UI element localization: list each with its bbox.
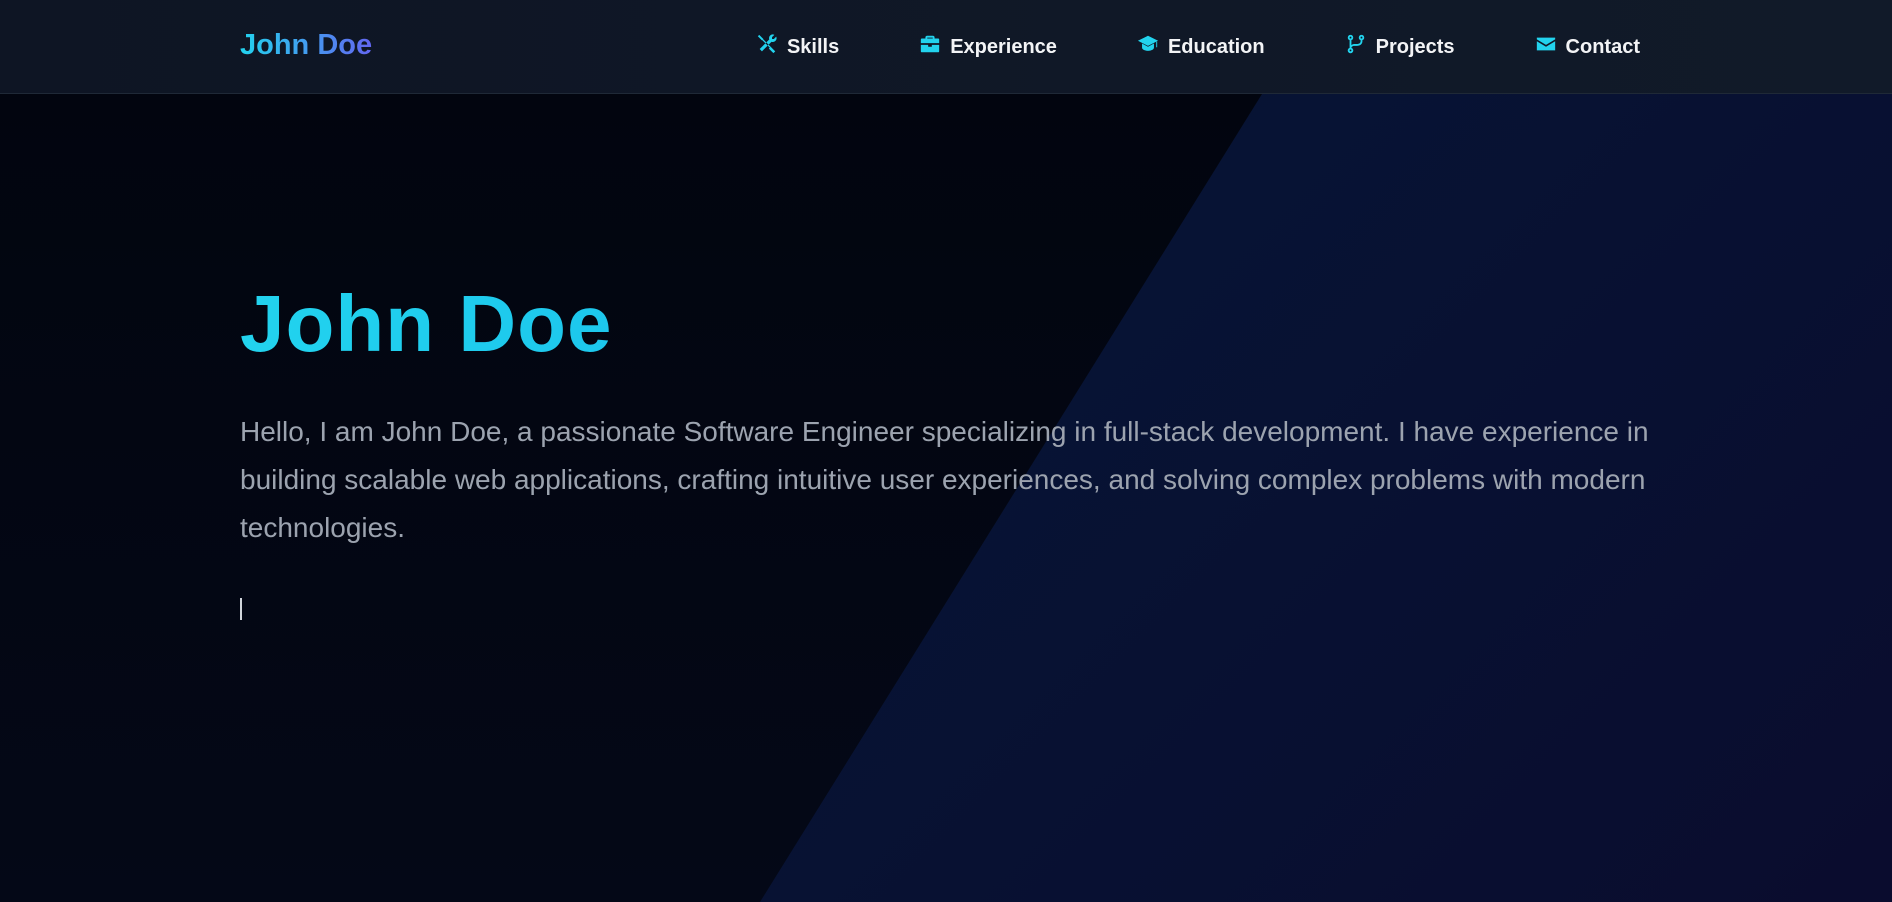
nav-item-education[interactable]: Education (1137, 33, 1265, 61)
nav-label: Skills (786, 35, 840, 58)
nav-item-projects[interactable]: Projects (1345, 33, 1455, 61)
nav-label: Experience (950, 35, 1057, 58)
nav-item-skills[interactable]: Skills (756, 33, 839, 61)
envelope-icon (1535, 33, 1557, 61)
site-logo[interactable]: John Doe (240, 29, 372, 62)
nav-label: Contact (1565, 35, 1640, 58)
typing-cursor (240, 598, 242, 620)
nav-item-contact[interactable]: Contact (1535, 33, 1640, 61)
nav-label: Projects (1375, 35, 1455, 58)
top-navbar: John Doe Skills Experience Education Pro… (0, 0, 1892, 94)
hero-title: John Doe (240, 280, 1660, 368)
git-branch-icon (1345, 33, 1367, 61)
briefcase-icon (919, 33, 941, 61)
nav-item-experience[interactable]: Experience (919, 33, 1057, 61)
graduation-cap-icon (1137, 33, 1159, 61)
tools-icon (756, 33, 778, 61)
nav-label: Education (1167, 35, 1265, 58)
main-nav: Skills Experience Education Projects Con… (756, 0, 1640, 94)
hero-description: Hello, I am John Doe, a passionate Softw… (240, 416, 1649, 543)
hero-section: John Doe Hello, I am John Doe, a passion… (240, 280, 1660, 620)
